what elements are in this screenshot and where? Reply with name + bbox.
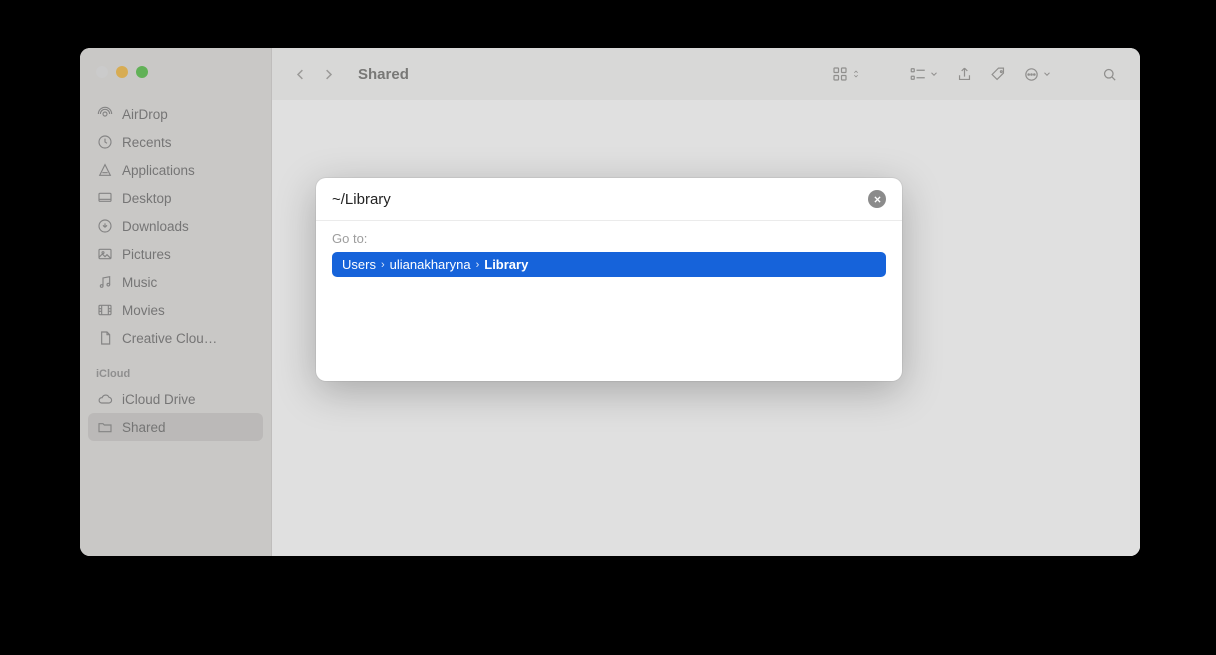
sidebar-item-label: Applications (122, 163, 195, 178)
path-segment: Library (484, 257, 528, 272)
group-button[interactable] (903, 60, 945, 88)
view-mode-button[interactable] (825, 60, 867, 88)
cloud-icon (96, 390, 114, 408)
path-suggestion[interactable]: Users › ulianakharyna › Library (332, 252, 886, 277)
toolbar: Shared (272, 48, 1140, 100)
sidebar-item-downloads[interactable]: Downloads (88, 212, 263, 240)
sheet-header (316, 178, 902, 221)
path-segment: Users (342, 257, 376, 272)
sidebar-item-label: Music (122, 275, 157, 290)
movies-icon (96, 301, 114, 319)
sidebar-item-label: AirDrop (122, 107, 168, 122)
sidebar-item-icloud-drive[interactable]: iCloud Drive (88, 385, 263, 413)
sidebar-item-label: iCloud Drive (122, 392, 196, 407)
music-icon (96, 273, 114, 291)
sidebar-item-label: Recents (122, 135, 172, 150)
sidebar-favorites: AirDrop Recents Applications Desktop (80, 100, 271, 352)
airdrop-icon (96, 105, 114, 123)
forward-button[interactable] (316, 62, 340, 86)
applications-icon (96, 161, 114, 179)
close-icon[interactable] (868, 190, 886, 208)
sidebar: AirDrop Recents Applications Desktop (80, 48, 272, 556)
actions-button[interactable] (1017, 60, 1058, 88)
shared-folder-icon (96, 418, 114, 436)
sidebar-item-movies[interactable]: Movies (88, 296, 263, 324)
goto-label: Go to: (332, 231, 886, 246)
desktop-icon (96, 189, 114, 207)
search-button[interactable] (1094, 60, 1124, 88)
sidebar-item-label: Creative Clou… (122, 331, 217, 346)
sidebar-item-label: Pictures (122, 247, 171, 262)
downloads-icon (96, 217, 114, 235)
sidebar-item-shared[interactable]: Shared (88, 413, 263, 441)
nav-buttons (288, 62, 340, 86)
sidebar-item-music[interactable]: Music (88, 268, 263, 296)
window-traffic-lights (80, 66, 271, 100)
sidebar-item-label: Downloads (122, 219, 189, 234)
chevron-right-icon: › (474, 259, 482, 271)
sidebar-item-applications[interactable]: Applications (88, 156, 263, 184)
document-icon (96, 329, 114, 347)
sidebar-icloud: iCloud Drive Shared (80, 385, 271, 441)
sidebar-item-label: Desktop (122, 191, 172, 206)
sidebar-item-airdrop[interactable]: AirDrop (88, 100, 263, 128)
sidebar-item-desktop[interactable]: Desktop (88, 184, 263, 212)
zoom-window-button[interactable] (136, 66, 148, 78)
window-title: Shared (358, 66, 409, 83)
sidebar-item-label: Movies (122, 303, 165, 318)
sidebar-section-icloud: iCloud (80, 352, 271, 385)
sidebar-item-creative-cloud[interactable]: Creative Clou… (88, 324, 263, 352)
go-to-path-input[interactable] (332, 191, 868, 208)
minimize-window-button[interactable] (116, 66, 128, 78)
pictures-icon (96, 245, 114, 263)
sidebar-item-recents[interactable]: Recents (88, 128, 263, 156)
tags-button[interactable] (983, 60, 1013, 88)
go-to-folder-sheet: Go to: Users › ulianakharyna › Library (316, 178, 902, 381)
clock-icon (96, 133, 114, 151)
path-segment: ulianakharyna (390, 257, 471, 272)
sidebar-item-pictures[interactable]: Pictures (88, 240, 263, 268)
share-button[interactable] (949, 60, 979, 88)
back-button[interactable] (288, 62, 312, 86)
sheet-body: Go to: Users › ulianakharyna › Library (316, 221, 902, 381)
chevron-right-icon: › (379, 259, 387, 271)
sidebar-item-label: Shared (122, 420, 166, 435)
close-window-button[interactable] (96, 66, 108, 78)
